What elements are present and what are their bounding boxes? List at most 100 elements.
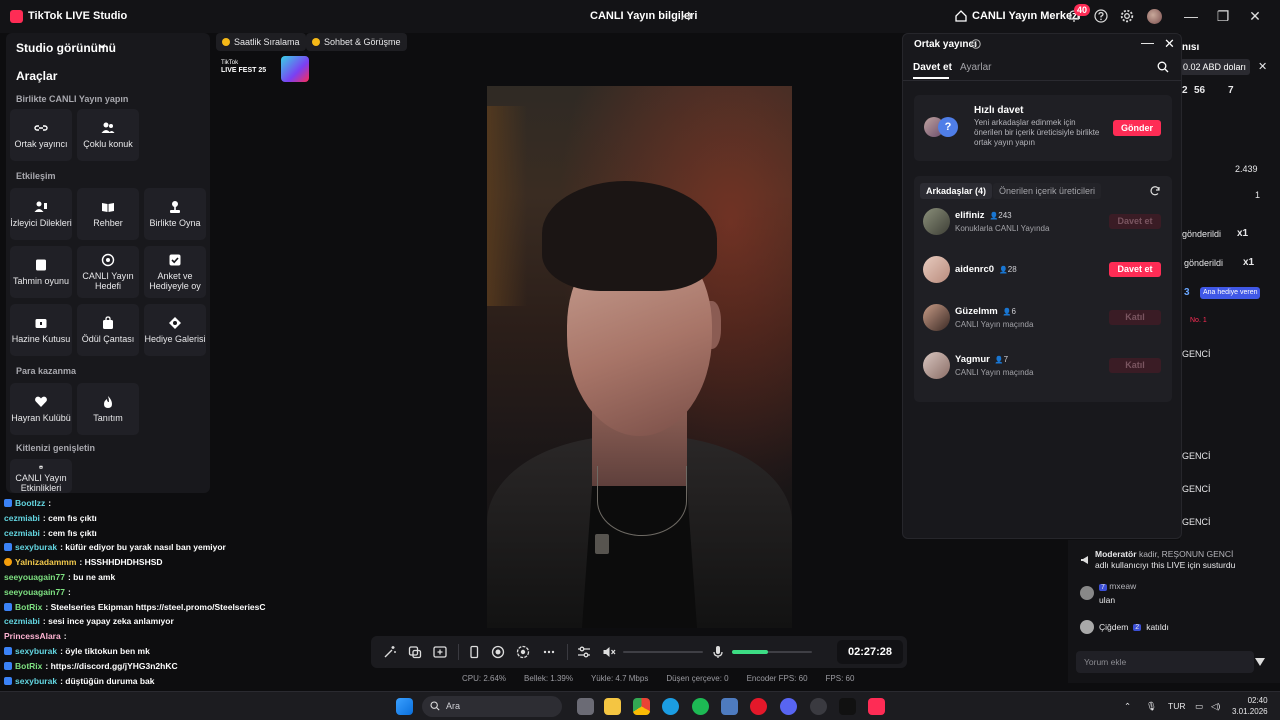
tile-cohost[interactable]: Ortak yayıncı [10, 109, 72, 161]
task-view-icon[interactable] [577, 698, 594, 715]
edge-icon[interactable] [662, 698, 679, 715]
tile-poll-gift[interactable]: Anket ve Hediyeyle oy [144, 246, 206, 298]
close-icon[interactable]: ✕ [1247, 8, 1263, 24]
close-icon[interactable]: ✕ [1164, 36, 1175, 52]
join-button[interactable]: Katıl [1109, 310, 1161, 325]
friend-avatar[interactable] [923, 304, 950, 331]
refresh-icon[interactable] [1149, 185, 1161, 197]
effects-icon[interactable] [408, 645, 422, 659]
tile-guess-game[interactable]: Tahmin oyunu [10, 246, 72, 298]
chrome-icon[interactable] [633, 698, 650, 715]
tab-chat-meet[interactable]: Sohbet & Görüşme [306, 33, 407, 51]
chat-username[interactable]: cezmiabi [4, 616, 40, 626]
tile-gift-gallery[interactable]: Hediye Galerisi [144, 304, 206, 356]
live-fest-banner[interactable]: TikTok LIVE FEST 25 [219, 56, 311, 82]
tab-invite[interactable]: Davet et [913, 62, 952, 73]
share-icon[interactable] [681, 10, 693, 22]
join-button[interactable]: Katıl [1109, 358, 1161, 373]
friend-avatar[interactable] [923, 352, 950, 379]
friend-avatar[interactable] [923, 256, 950, 283]
search-icon[interactable] [1157, 61, 1169, 73]
record-icon[interactable] [491, 645, 505, 659]
join-user[interactable]: Çiğdem [1099, 622, 1128, 632]
chat-username[interactable]: cezmiabi [4, 513, 40, 523]
chat-username[interactable]: sexyburak [15, 542, 57, 552]
comment-input[interactable]: Yorum ekle [1076, 651, 1254, 673]
invite-button[interactable]: Davet et [1109, 214, 1161, 229]
send-button[interactable]: Gönder [1113, 120, 1161, 136]
volume-slider[interactable] [623, 651, 703, 653]
minimize-icon[interactable]: — [1183, 8, 1199, 24]
live-center-button[interactable]: CANLI Yayın Merkezi [955, 10, 1081, 22]
windows-start-icon[interactable] [396, 698, 413, 715]
phone-icon[interactable] [467, 645, 481, 659]
chevron-up-icon[interactable]: ⌃ [1124, 701, 1131, 712]
tab-suggested-creators[interactable]: Önerilen içerik üreticileri [993, 183, 1102, 199]
chat-username[interactable]: BotRix [15, 661, 42, 671]
send-icon[interactable] [1254, 656, 1266, 668]
app-icon[interactable] [810, 698, 827, 715]
tab-friends[interactable]: Arkadaşlar (4) [920, 183, 993, 199]
invite-button[interactable]: Davet et [1109, 262, 1161, 277]
chat-username[interactable]: seeyouagain77 [4, 572, 65, 582]
tiktok-live-studio-icon[interactable] [868, 698, 885, 715]
restore-icon[interactable]: ❐ [1215, 8, 1231, 24]
chat-username[interactable]: PrincessAlara [4, 631, 61, 641]
tile-multi-guest[interactable]: Çoklu konuk [77, 109, 139, 161]
volume-icon[interactable]: ◁) [1211, 701, 1220, 712]
magic-wand-icon[interactable] [383, 645, 397, 659]
spotify-icon[interactable] [692, 698, 709, 715]
terminal-icon[interactable] [839, 698, 856, 715]
chat-username[interactable]: seeyouagain77 [4, 587, 65, 597]
tab-settings[interactable]: Ayarlar [960, 62, 992, 73]
file-explorer-icon[interactable] [604, 698, 621, 715]
chat-text: : HSSHHDHDHSHSD [79, 557, 163, 568]
minimize-icon[interactable]: — [1141, 35, 1154, 50]
chat-username[interactable]: cezmiabi [4, 528, 40, 538]
chat-username[interactable]: sexyburak [15, 676, 57, 686]
chevron-down-icon[interactable] [98, 42, 106, 50]
tile-live-goal[interactable]: CANLI Yayın Hedefi [77, 246, 139, 298]
tile-guide[interactable]: Rehber [77, 188, 139, 240]
chat-username[interactable]: BotRix [15, 602, 42, 612]
chat-username[interactable]: sexyburak [15, 646, 57, 656]
book-icon [102, 203, 114, 212]
tile-play-together[interactable]: Birlikte Oyna [144, 188, 206, 240]
chat-username[interactable]: Bootlzz [15, 498, 45, 508]
discord-icon[interactable] [780, 698, 797, 715]
language-indicator[interactable]: TUR [1168, 701, 1185, 711]
friend-avatar[interactable] [923, 208, 950, 235]
gear-icon[interactable] [1120, 9, 1134, 23]
microphone-icon[interactable]: 🎙 [1146, 701, 1157, 712]
more-icon[interactable] [542, 645, 556, 659]
clock[interactable]: 02:40 3.01.2026 [1232, 695, 1268, 717]
tile-treasure-box[interactable]: Hazine Kutusu [10, 304, 72, 356]
profile-avatar[interactable] [1147, 9, 1162, 24]
comment-user[interactable]: mxeaw [1109, 581, 1136, 591]
add-source-icon[interactable] [433, 645, 447, 659]
mixer-icon[interactable] [577, 645, 591, 659]
tab-hourly-ranking[interactable]: Saatlik Sıralama [216, 33, 306, 51]
friend-name[interactable]: aidenrc0 [955, 264, 994, 275]
taskbar-search[interactable]: Ara [422, 696, 562, 717]
friend-name[interactable]: elifiniz [955, 210, 985, 221]
app-icon[interactable] [721, 698, 738, 715]
tile-fan-club[interactable]: Hayran Kulübü [10, 383, 72, 435]
friend-name[interactable]: Yagmur [955, 354, 990, 365]
tile-viewer-requests[interactable]: İzleyici Dilekleri [10, 188, 72, 240]
tile-reward-bag[interactable]: Ödül Çantası [77, 304, 139, 356]
friend-name[interactable]: Güzelmm [955, 306, 998, 317]
streamer-hair [542, 181, 717, 291]
live-video-preview[interactable] [487, 86, 792, 628]
replay-icon[interactable] [516, 645, 530, 659]
microphone-icon[interactable] [711, 645, 725, 659]
network-icon[interactable]: ▭ [1195, 701, 1203, 712]
help-icon[interactable] [1094, 9, 1108, 23]
opera-icon[interactable] [750, 698, 767, 715]
chat-username[interactable]: Yalnizadammm [15, 557, 76, 567]
info-icon[interactable] [971, 39, 981, 49]
close-icon[interactable]: ✕ [1258, 60, 1267, 73]
tile-promotion[interactable]: Tanıtım [77, 383, 139, 435]
speaker-muted-icon[interactable] [602, 645, 616, 659]
tile-live-events[interactable]: CANLI Yayın Etkinlikleri [10, 459, 72, 493]
